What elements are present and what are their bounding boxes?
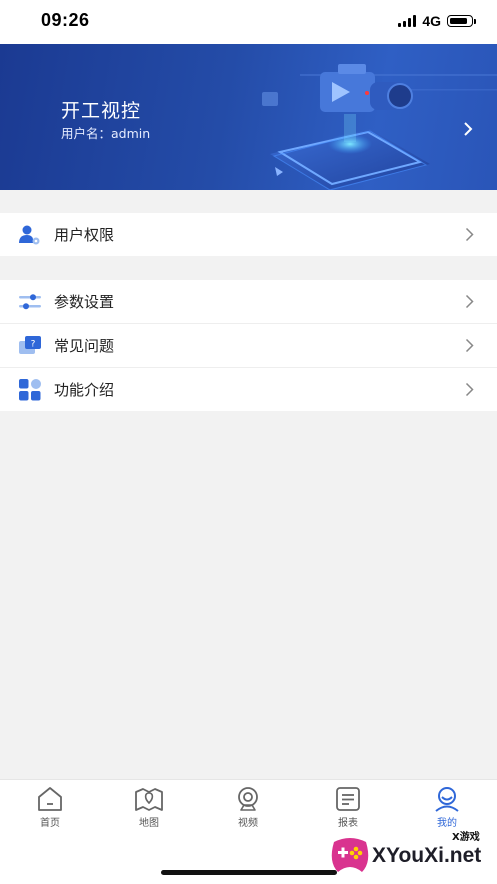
tab-map[interactable]: 地图 — [119, 786, 179, 829]
tab-label: 地图 — [139, 818, 159, 829]
chevron-right-icon — [464, 122, 473, 136]
svg-text:?: ? — [31, 340, 36, 350]
menu-label: 功能介绍 — [54, 381, 115, 399]
network-type: 4G — [422, 13, 441, 29]
user-settings-icon — [19, 225, 40, 245]
status-indicators: 4G — [398, 13, 476, 29]
camera-icon — [238, 787, 258, 811]
chevron-right-icon — [465, 338, 474, 353]
profile-banner[interactable]: 开工视控 用户名：admin — [0, 44, 497, 190]
signal-icon — [398, 15, 417, 27]
tab-label: 视频 — [238, 818, 258, 829]
menu-label: 常见问题 — [54, 337, 115, 355]
status-time: 09:26 — [41, 10, 90, 30]
help-chat-icon: ? — [19, 336, 41, 354]
tab-home[interactable]: 首页 — [20, 786, 80, 829]
profile-icon — [435, 787, 459, 812]
watermark: X游戏 XYouXi.net — [328, 826, 493, 878]
menu-item-user-permissions[interactable]: 用户权限 — [0, 213, 497, 256]
chevron-right-icon — [465, 294, 474, 309]
tab-label: 首页 — [40, 818, 60, 829]
menu-label: 用户权限 — [54, 226, 115, 244]
watermark-text: XYouXi.net — [372, 844, 482, 867]
sliders-icon — [19, 294, 41, 310]
menu-group-account: 用户权限 — [0, 213, 497, 256]
home-indicator — [161, 870, 337, 875]
menu-item-faq[interactable]: ? 常见问题 — [0, 323, 497, 367]
banner-title: 开工视控 — [61, 100, 142, 122]
menu-item-feature-intro[interactable]: 功能介绍 — [0, 367, 497, 411]
report-icon — [336, 787, 360, 811]
home-icon — [38, 787, 62, 811]
username-label: 用户名：admin — [61, 126, 151, 141]
menu-item-parameter-settings[interactable]: 参数设置 — [0, 280, 497, 323]
menu-label: 参数设置 — [54, 293, 115, 311]
chevron-right-icon — [465, 382, 474, 397]
map-icon — [135, 788, 163, 811]
battery-icon — [447, 15, 476, 27]
camera-illustration — [262, 64, 497, 190]
tab-video[interactable]: 视频 — [218, 786, 278, 829]
tab-profile[interactable]: 我的 — [417, 786, 477, 829]
status-bar: 09:26 4G — [0, 0, 497, 44]
menu-group-settings: 参数设置 ? 常见问题 功能介绍 — [0, 280, 497, 411]
grid-apps-icon — [19, 379, 41, 401]
gamepad-logo-icon — [331, 838, 369, 872]
tab-report[interactable]: 报表 — [318, 786, 378, 829]
watermark-small-text: X游戏 — [452, 832, 480, 843]
chevron-right-icon — [465, 227, 474, 242]
